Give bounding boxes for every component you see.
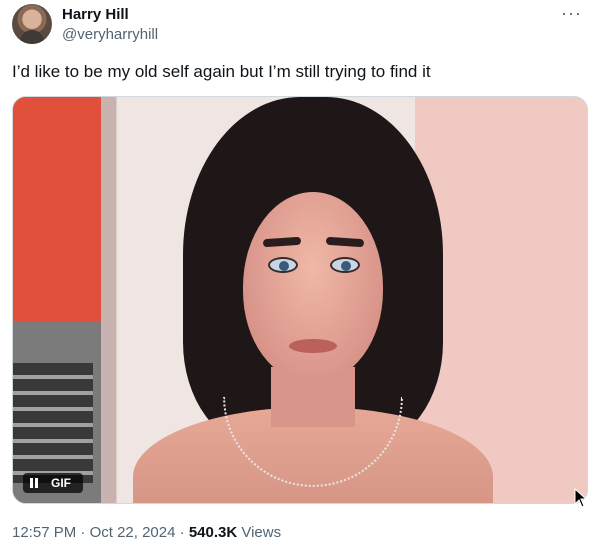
pause-icon[interactable] [23, 473, 45, 493]
tweet-card: Harry Hill @veryharryhill ··· I’d like t… [0, 0, 600, 558]
tweet-text: I’d like to be my old self again but I’m… [12, 62, 431, 81]
tweet-date[interactable]: Oct 22, 2024 [90, 524, 176, 541]
views-label: Views [237, 524, 282, 541]
gif-label: GIF [51, 476, 71, 490]
tweet-meta: 12:57 PM · Oct 22, 2024 · 540.3K Views [12, 523, 281, 543]
gif-media[interactable] [12, 96, 588, 504]
more-horizontal-icon[interactable]: ··· [561, 4, 582, 22]
views-count: 540.3K [188, 524, 238, 541]
meta-separator: · [175, 524, 189, 541]
left-eye [268, 257, 298, 273]
author-name[interactable]: Harry Hill [62, 6, 129, 24]
author-handle[interactable]: @veryharryhill [62, 26, 158, 44]
lips [289, 339, 337, 353]
avatar[interactable] [12, 4, 52, 44]
right-eye [330, 257, 360, 273]
background-shelf [13, 363, 93, 483]
mouse-cursor-icon [574, 488, 588, 508]
gif-badge[interactable]: GIF [23, 473, 83, 493]
meta-separator: · [76, 524, 90, 541]
tweet-time[interactable]: 12:57 PM [12, 524, 76, 541]
face [243, 192, 383, 382]
